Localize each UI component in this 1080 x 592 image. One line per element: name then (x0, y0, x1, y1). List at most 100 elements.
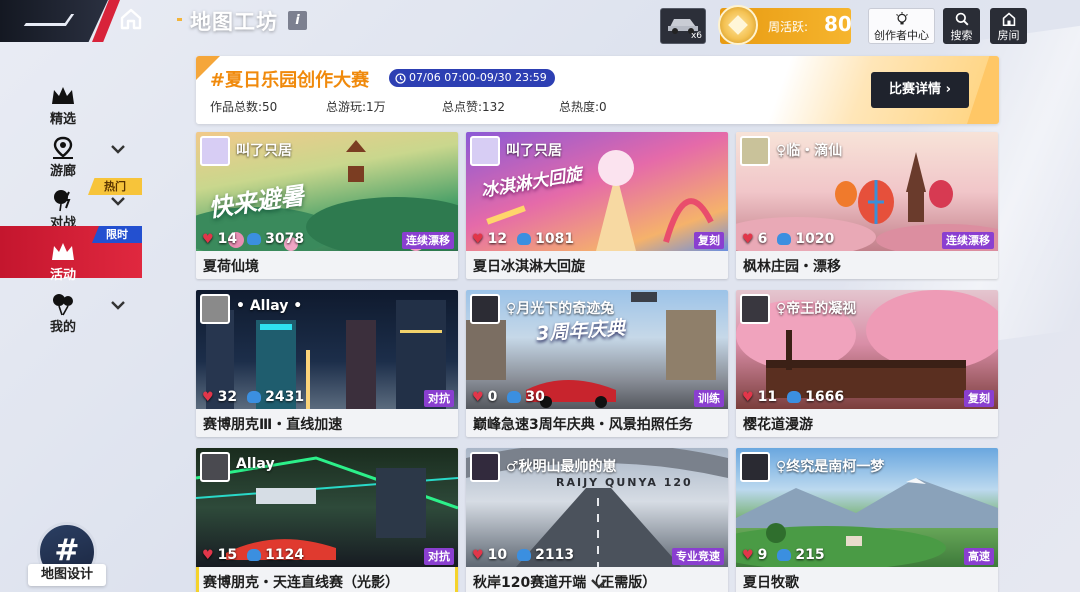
like-count: 12 (487, 231, 508, 247)
map-card[interactable]: ♀临・滴仙 ♥ 6 1020 连续漂移 枫林庄园・漂移 (736, 132, 998, 279)
chevron-down-icon[interactable] (110, 300, 126, 310)
card-stats: ♥ 9 215 (742, 547, 825, 563)
play-icon (517, 233, 532, 245)
balloon-flash-icon (54, 190, 71, 212)
author-name: Allay (236, 456, 275, 472)
author-name: ♀临・滴仙 (776, 143, 843, 159)
contest-detail-button[interactable]: 比赛详情 › (871, 72, 969, 108)
heart-icon: ♥ (202, 231, 214, 247)
app-logo[interactable] (0, 0, 108, 42)
card-stats: ♥ 32 2431 (202, 389, 304, 405)
card-stats: ♥ 0 30 (472, 389, 545, 405)
sidebar-item-battle[interactable]: 对战 热门 (0, 174, 142, 231)
map-name: 秋岸120赛道开端（正需版） (473, 575, 657, 591)
play-count: 1666 (805, 389, 845, 405)
map-name: 夏荷仙境 (203, 259, 259, 275)
crown-icon (52, 243, 74, 260)
category-badge: 复刻 (694, 232, 724, 249)
avatar (740, 136, 770, 166)
banner-title: #夏日乐园创作大赛 (210, 70, 370, 91)
map-card[interactable]: RAIJY QUNYA 120 ♂秋明山最帅的崽 ♥ 10 2113 专业竞速 … (466, 448, 728, 592)
category-badge: 对抗 (424, 548, 454, 565)
heart-icon: ♥ (472, 231, 484, 247)
like-count: 11 (757, 389, 778, 405)
avatar (740, 294, 770, 324)
avatar (740, 452, 770, 482)
sidebar-item-featured[interactable]: 精选 (0, 70, 142, 127)
map-name: 夏日牧歌 (743, 575, 799, 591)
heart-icon: ♥ (202, 389, 214, 405)
map-name: 赛博朋克Ⅲ・直线加速 (203, 417, 343, 433)
map-card[interactable]: 冰淇淋大回旋 叫了只居 ♥ 12 1081 复刻 夏日冰淇淋大回旋 (466, 132, 728, 279)
author-name: ♀月光下的奇迹兔 (506, 301, 615, 317)
search-icon (955, 12, 968, 26)
thumbnail-title: RAIJY QUNYA 120 (556, 476, 693, 489)
map-card[interactable]: 3周年庆典 ♀月光下的奇迹兔 ♥ 0 30 训练 巅峰急速3周年庆典・风景拍照任… (466, 290, 728, 437)
like-count: 9 (757, 547, 768, 563)
play-count: 1020 (795, 231, 835, 247)
crown-icon (52, 87, 74, 104)
avatar (200, 452, 230, 482)
map-card[interactable]: Allay ♥ 15 1124 对抗 赛博朋克・天连直线赛（光影） (196, 448, 458, 592)
like-count: 32 (217, 389, 238, 405)
author-name: ♀终究是南柯一梦 (776, 459, 885, 475)
medal-icon (718, 5, 758, 45)
map-design-label[interactable]: 地图设计 (28, 564, 106, 586)
play-icon (777, 233, 792, 245)
weekly-activity[interactable]: 周活跃: 80 (718, 5, 852, 45)
heart-icon: ♥ (202, 547, 214, 563)
car-count: x6 (690, 31, 702, 41)
map-card[interactable]: ♀终究是南柯一梦 ♥ 9 215 高速 夏日牧歌 (736, 448, 998, 592)
avatar (200, 294, 230, 324)
avatar (470, 294, 500, 324)
sidebar-item-events[interactable]: 活动 限时 (0, 226, 142, 283)
stat-plays: 总游玩:1万 (326, 100, 386, 114)
author-name: • Allay • (236, 298, 303, 314)
room-button[interactable]: 房间 (990, 8, 1027, 44)
detail-label: 比赛详情 (889, 82, 942, 97)
creator-center-button[interactable]: 创作者中心 (868, 8, 935, 44)
category-badge: 对抗 (424, 390, 454, 407)
like-count: 15 (217, 547, 238, 563)
home-icon (120, 8, 142, 30)
play-count: 2431 (265, 389, 305, 405)
car-inventory-button[interactable]: x6 (660, 8, 706, 44)
card-stats: ♥ 14 3078 (202, 231, 304, 247)
category-badge: 连续漂移 (942, 232, 994, 249)
date-range: 07/06 07:00-09/30 23:59 (409, 71, 547, 84)
sidebar-item-gallery[interactable]: 游廊 (0, 122, 142, 179)
limited-tag: 限时 (92, 226, 142, 243)
like-count: 6 (757, 231, 768, 247)
page-title: 地图工坊 (190, 10, 278, 34)
play-count: 1081 (535, 231, 575, 247)
category-badge: 复刻 (964, 390, 994, 407)
category-badge: 高速 (964, 548, 994, 565)
chevron-down-icon[interactable] (110, 144, 126, 154)
author-name: ♀帝王的凝视 (776, 301, 857, 317)
play-icon (247, 549, 262, 561)
like-count: 10 (487, 547, 508, 563)
map-name: 樱花道漫游 (743, 417, 813, 433)
author-name: ♂秋明山最帅的崽 (506, 459, 617, 475)
sidebar-item-label: 我的 (49, 320, 76, 335)
play-count: 3078 (265, 231, 305, 247)
avatar (470, 136, 500, 166)
info-icon[interactable]: i (288, 11, 307, 30)
scroll-down-icon[interactable] (590, 578, 608, 590)
author-name: 叫了只居 (236, 143, 292, 159)
creator-center-label: 创作者中心 (874, 29, 929, 42)
contest-banner[interactable]: #夏日乐园创作大赛 07/06 07:00-09/30 23:59 作品总数:5… (196, 56, 999, 124)
heart-icon: ♥ (742, 547, 754, 563)
avatar (470, 452, 500, 482)
sidebar-item-mine[interactable]: 我的 (0, 278, 142, 335)
clock-icon (395, 72, 406, 84)
map-card[interactable]: • Allay • ♥ 32 2431 对抗 赛博朋克Ⅲ・直线加速 (196, 290, 458, 437)
chevron-right-icon: › (945, 82, 951, 97)
home-button[interactable] (116, 4, 146, 34)
search-button[interactable]: 搜索 (943, 8, 980, 44)
play-count: 2113 (535, 547, 575, 563)
map-card[interactable]: 快来避暑 叫了只居 ♥ 14 3078 连续漂移 夏荷仙境 (196, 132, 458, 279)
map-card[interactable]: ♀帝王的凝视 ♥ 11 1666 复刻 樱花道漫游 (736, 290, 998, 437)
chevron-down-icon[interactable] (110, 196, 126, 206)
play-icon (507, 391, 522, 403)
